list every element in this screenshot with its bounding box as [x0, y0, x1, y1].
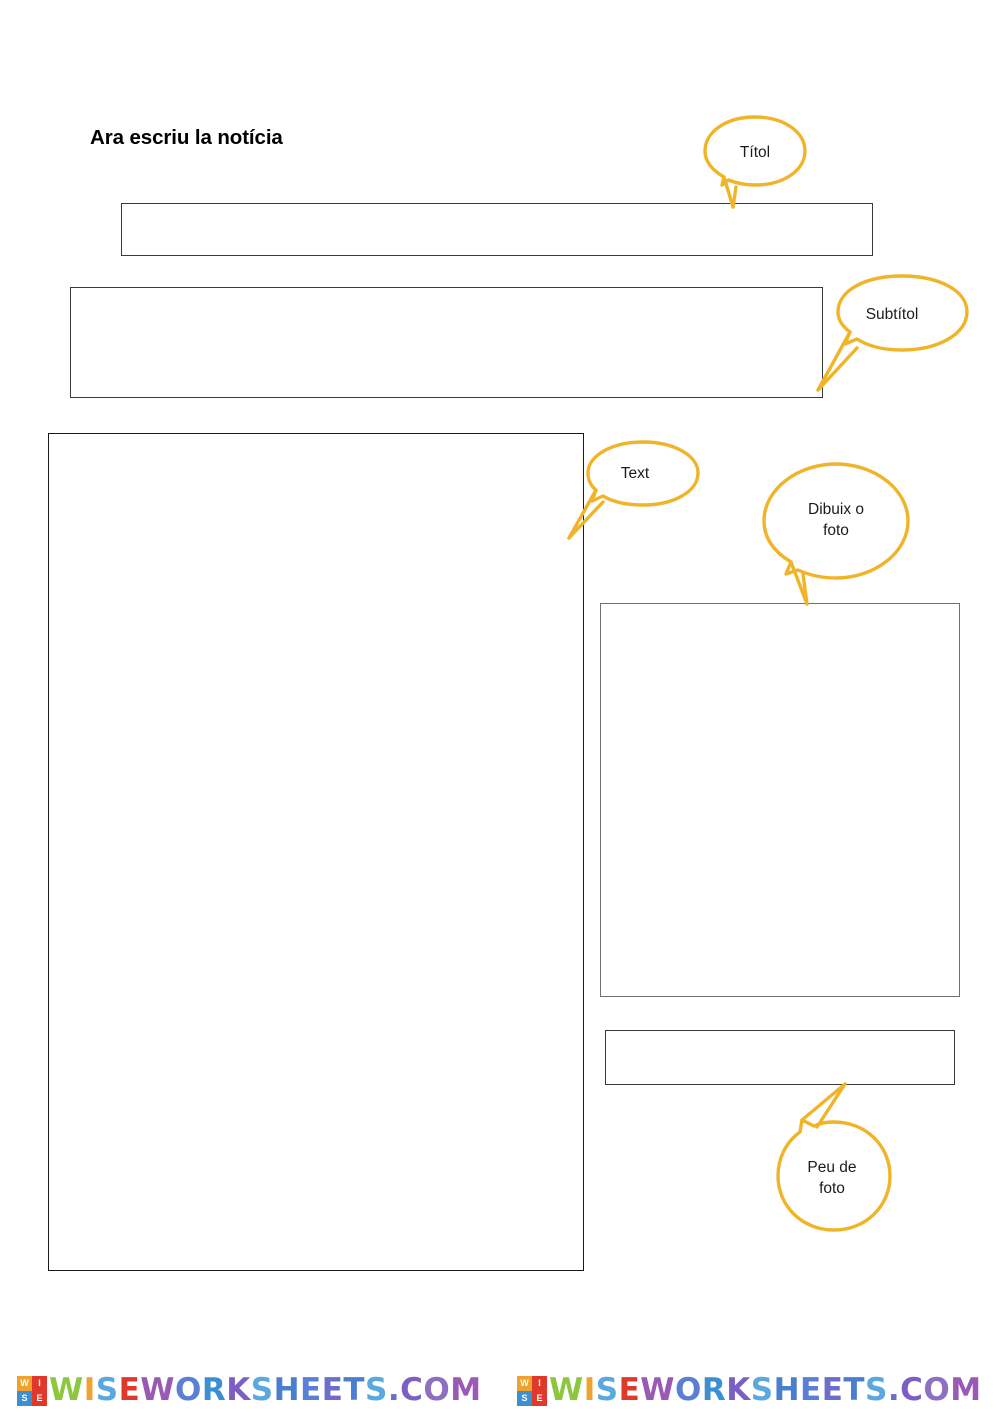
watermark-letter: S [250, 1372, 274, 1408]
watermark-letter: T [343, 1372, 366, 1408]
watermark-text: WISEWORKSHEETS.COM [49, 1375, 482, 1406]
watermark-letter: E [321, 1372, 344, 1408]
wiseworksheets-logo-icon: W I S E [17, 1375, 47, 1406]
callout-peu-de-foto: Peu de foto [762, 1082, 902, 1234]
watermark-letter: E [821, 1372, 844, 1408]
wiseworksheets-logo-icon: W I S E [517, 1375, 547, 1406]
text-input-box[interactable] [48, 433, 584, 1271]
watermark-letter: I [583, 1372, 596, 1408]
watermark-letter: C [900, 1372, 924, 1408]
callout-titol: Títol [700, 113, 810, 213]
watermark-letter: S [865, 1372, 888, 1408]
speech-bubble-icon [762, 462, 910, 606]
peu-de-foto-input-box[interactable] [605, 1030, 955, 1085]
logo-letter: W [517, 1375, 532, 1391]
watermark-letter: . [387, 1372, 401, 1408]
watermark-letter: O [174, 1372, 202, 1408]
watermark-letter: C [400, 1372, 424, 1408]
watermark-letter: H [273, 1372, 301, 1408]
dibuix-o-foto-drop-area[interactable] [600, 603, 960, 997]
callout-dibuix-o-foto: Dibuix o foto [760, 460, 912, 608]
watermark-letter: T [843, 1372, 866, 1408]
watermark-text: WISEWORKSHEETS.COM [549, 1375, 982, 1406]
watermark-letter: M [450, 1372, 482, 1408]
watermark-letter: R [201, 1372, 227, 1408]
logo-letter: I [32, 1375, 47, 1391]
watermark-letter: S [595, 1372, 619, 1408]
watermark-letter: O [923, 1372, 951, 1408]
subtitol-input-box[interactable] [70, 287, 823, 398]
logo-letter: I [532, 1375, 547, 1391]
watermark-letter: W [140, 1372, 175, 1408]
speech-bubble-icon [776, 1082, 892, 1232]
watermark-letter: . [887, 1372, 901, 1408]
page-title: Ara escriu la notícia [90, 126, 283, 149]
watermark-unit: W I S E WISEWORKSHEETS.COM [0, 1368, 500, 1413]
watermark-letter: K [726, 1372, 751, 1408]
watermark: W I S E WISEWORKSHEETS.COM W I S E WISEW… [0, 1368, 1000, 1413]
callout-subtitol: Subtítol [812, 272, 972, 397]
worksheet-page: Ara escriu la notícia Títol Subtítol Tex… [0, 0, 1000, 1413]
watermark-letter: I [83, 1372, 96, 1408]
watermark-letter: S [95, 1372, 119, 1408]
speech-bubble-icon [567, 440, 700, 540]
speech-bubble-icon [816, 274, 969, 392]
watermark-letter: W [549, 1372, 584, 1408]
watermark-letter: S [750, 1372, 774, 1408]
watermark-letter: O [674, 1372, 702, 1408]
logo-letter: E [532, 1390, 547, 1406]
watermark-letter: M [950, 1372, 982, 1408]
watermark-letter: E [300, 1372, 322, 1408]
logo-letter: W [17, 1375, 32, 1391]
watermark-letter: E [800, 1372, 822, 1408]
logo-letter: S [517, 1390, 532, 1406]
watermark-letter: W [640, 1372, 675, 1408]
callout-text: Text [565, 438, 705, 546]
watermark-letter: K [226, 1372, 251, 1408]
watermark-letter: H [773, 1372, 801, 1408]
logo-letter: E [32, 1390, 47, 1406]
watermark-letter: S [365, 1372, 388, 1408]
watermark-letter: E [118, 1372, 141, 1408]
watermark-letter: R [701, 1372, 727, 1408]
watermark-letter: W [49, 1372, 84, 1408]
watermark-letter: O [423, 1372, 451, 1408]
speech-bubble-icon [703, 115, 807, 209]
watermark-letter: E [618, 1372, 641, 1408]
logo-letter: S [17, 1390, 32, 1406]
watermark-unit: W I S E WISEWORKSHEETS.COM [500, 1368, 1000, 1413]
